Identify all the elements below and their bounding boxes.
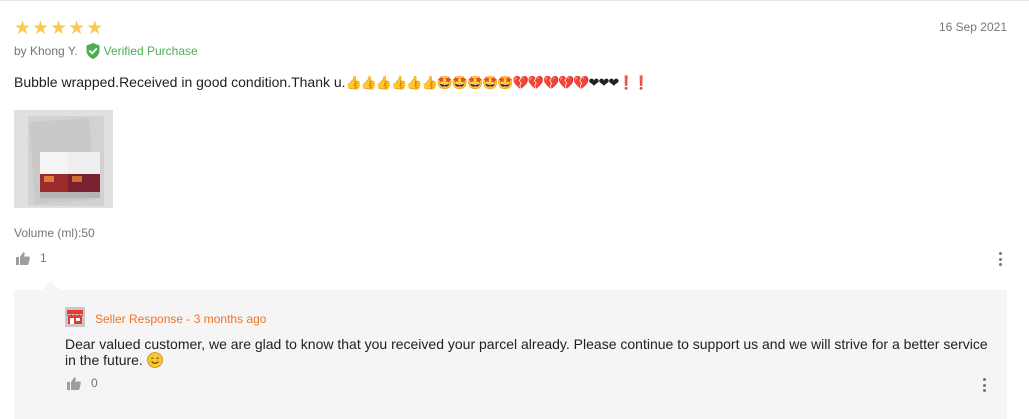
star-icon: ★ [50,18,68,39]
star-icon: ★ [68,18,86,39]
response-more-options-icon[interactable] [979,378,989,392]
shield-check-icon [86,43,100,59]
star-icon: ★ [14,18,32,39]
response-caret [42,281,60,290]
review-more-options-icon[interactable] [995,252,1005,266]
rating-stars: ★ ★ ★ ★ ★ [14,19,103,38]
review-byline: by Khong Y. Verified Purchase [14,43,198,59]
like-count: 1 [40,251,47,265]
seller-response-panel: Seller Response - 3 months ago Dear valu… [14,290,1007,419]
review-text: Bubble wrapped.Received in good conditio… [14,74,346,90]
review-emojis: 👍👍👍👍👍👍🤩🤩🤩🤩🤩💔💔💔💔💔❤❤❤❗❗ [345,76,650,91]
author-name: by Khong Y. [14,44,78,58]
review-date: 16 Sep 2021 [938,20,1007,34]
verified-badge: Verified Purchase [86,43,198,59]
store-icon [65,307,85,327]
product-photo-icon [14,110,113,208]
star-icon: ★ [32,18,50,39]
star-icon: ★ [86,18,104,39]
seller-response-title: Seller Response - 3 months ago [95,312,267,326]
seller-response-body: Dear valued customer, we are glad to kno… [65,337,995,368]
verified-label: Verified Purchase [103,44,198,58]
top-divider [0,0,1029,1]
variant-label: Volume (ml):50 [14,226,95,240]
thumbs-up-icon[interactable] [67,376,81,390]
review-like-row: 1 [16,251,47,265]
review-body: Bubble wrapped.Received in good conditio… [14,74,650,91]
review-photo-thumbnail[interactable] [14,110,113,208]
like-count: 0 [91,376,98,390]
seller-response-like-row: 0 [67,376,98,390]
seller-response-text: Dear valued customer, we are glad to kno… [65,336,988,368]
smiling-face-icon [146,352,163,368]
thumbs-up-icon[interactable] [16,251,30,265]
